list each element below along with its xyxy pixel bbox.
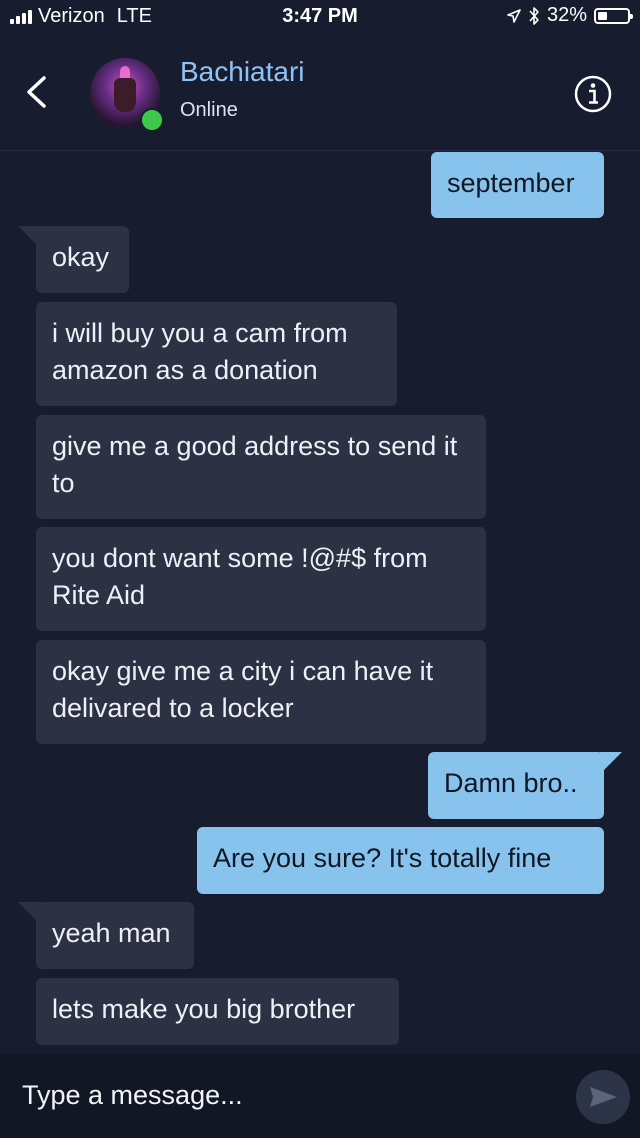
battery-percent: 32% [546,4,587,26]
message-bubble-incoming[interactable]: you dont want some !@#$ from Rite Aid [36,527,486,631]
message-bubble-incoming[interactable]: give me a good address to send it to [36,415,486,519]
message-bubble-incoming[interactable]: i will buy you a cam from amazon as a do… [36,302,397,406]
status-right: 32% [507,4,633,27]
message-bubble-incoming[interactable]: lets make you big brother [36,978,399,1045]
message-bubble-outgoing[interactable]: Are you sure? It's totally fine [197,827,604,894]
location-arrow-icon [507,8,521,23]
send-icon [590,1087,617,1107]
battery-icon [594,7,633,24]
message-bubble-incoming[interactable]: okay give me a city i can have it deliva… [36,640,486,744]
online-status-dot [140,108,164,132]
presence-status: Online [180,99,238,121]
bluetooth-icon [529,6,539,25]
status-bar: Verizon LTE 3:47 PM 32% [0,0,640,36]
chat-header: Bachiatari Online [0,36,640,151]
message-bubble-outgoing[interactable]: Damn bro.. [428,752,604,819]
message-bubble-incoming[interactable]: yeah man [36,902,194,969]
send-button[interactable] [576,1070,630,1124]
contact-name[interactable]: Bachiatari [180,56,305,88]
info-icon[interactable] [573,74,613,114]
message-bubble-incoming[interactable]: okay [36,226,129,293]
chevron-left-icon[interactable] [18,70,58,114]
message-input[interactable] [22,1080,542,1111]
message-composer [0,1054,640,1138]
message-bubble-outgoing[interactable]: september [431,152,604,218]
